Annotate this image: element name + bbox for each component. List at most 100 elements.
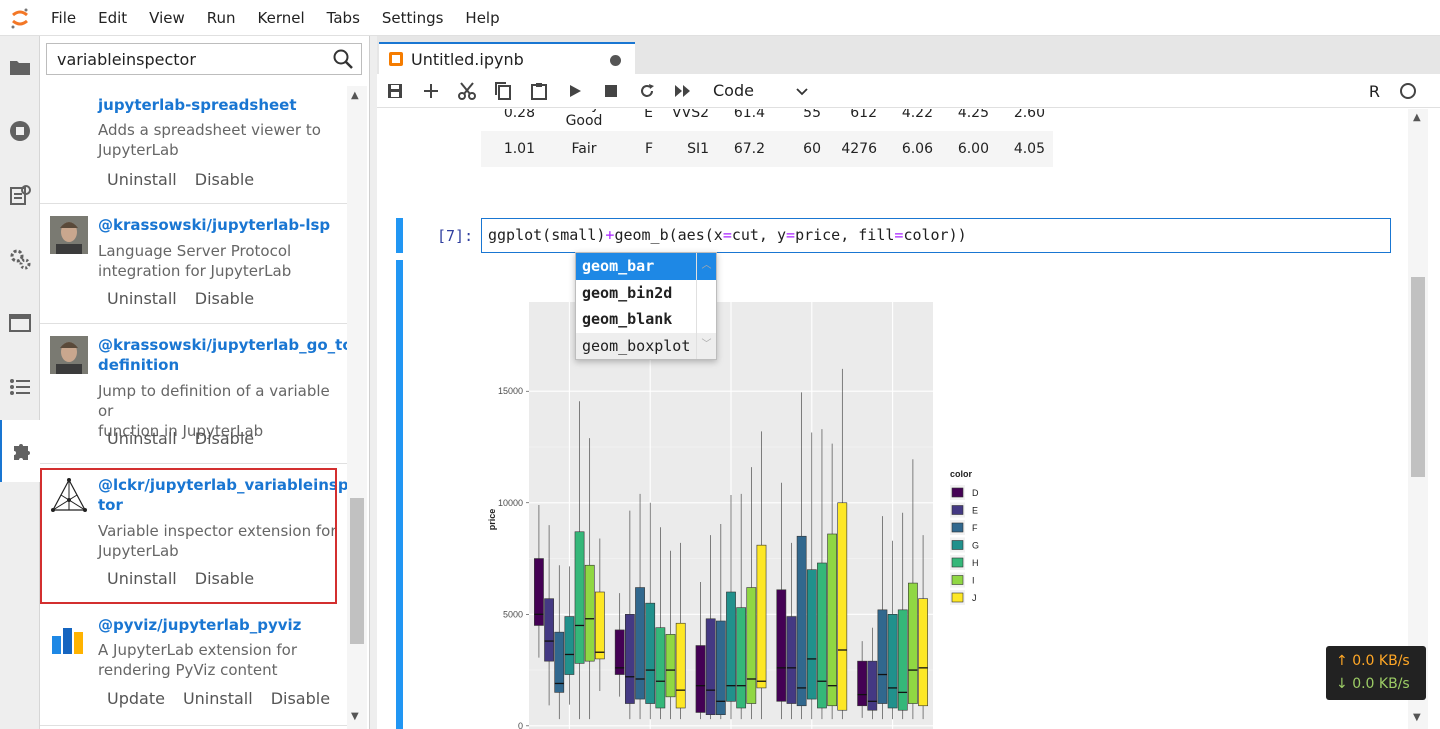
box [665, 634, 676, 698]
uninstall-button[interactable]: Uninstall [98, 170, 186, 189]
extension-actions: Uninstall Disable [98, 429, 263, 448]
add-cell-icon[interactable] [413, 74, 449, 108]
box [877, 609, 888, 704]
legend-label: F [972, 523, 978, 533]
menu-tabs[interactable]: Tabs [316, 0, 371, 36]
author-avatar [50, 216, 88, 254]
table-cell: 55 [803, 109, 821, 121]
left-sidebar-rail [0, 36, 41, 729]
y-tick-label: 0 [518, 721, 523, 729]
panel-splitter[interactable] [370, 36, 377, 729]
scroll-up-icon[interactable]: ▲ [1413, 112, 1421, 123]
gear-icon[interactable] [0, 228, 40, 290]
scroll-down-icon[interactable]: ▼ [351, 711, 359, 722]
stop-circle-icon[interactable] [0, 100, 40, 162]
extension-actions: Uninstall Disable [98, 170, 263, 189]
uninstall-button[interactable]: Uninstall [98, 289, 186, 308]
disable-button[interactable]: Disable [186, 170, 263, 189]
highlight-annotation-box [40, 468, 337, 604]
description-line: integration for JupyterLab [98, 262, 292, 280]
notebook-scrollbar-thumb[interactable] [1411, 277, 1425, 477]
scroll-up-icon[interactable]: ▲ [351, 90, 359, 101]
completer-item[interactable]: geom_bin2d [576, 280, 716, 307]
search-icon[interactable] [325, 49, 361, 69]
code-cell-input[interactable]: ggplot(small)+geom_b(aes(x=cut, y=price,… [481, 218, 1391, 253]
completer-scrollbar[interactable]: ︿ ﹀ [696, 253, 716, 359]
extension-name[interactable]: jupyterlab-spreadsheet [98, 95, 338, 115]
menu-file[interactable]: File [40, 0, 87, 36]
completer-item[interactable]: geom_blank [576, 306, 716, 333]
description-line: Jump to definition of a variable or [98, 382, 330, 420]
cut-icon[interactable] [449, 74, 485, 108]
output-collapser[interactable] [396, 260, 403, 729]
cell-type-dropdown[interactable]: Code [713, 81, 833, 100]
uninstall-button[interactable]: Uninstall [174, 689, 262, 708]
panel-scrollbar[interactable]: ▲ ▼ [347, 86, 367, 729]
legend-label: J [972, 593, 977, 603]
table-row: 1.01 Fair F SI1 67.2 60 4276 6.06 6.00 4… [481, 131, 1053, 167]
extension-actions: Update Uninstall Disable [98, 689, 339, 708]
pyviz-logo-icon [50, 618, 88, 656]
run-icon[interactable] [557, 74, 593, 108]
disable-button[interactable]: Disable [186, 289, 263, 308]
legend-label: G [972, 541, 979, 551]
folder-icon[interactable] [0, 36, 40, 98]
code-token: geom_b(aes(x [614, 226, 723, 244]
box [918, 598, 928, 707]
cell-prompt: [7]: [437, 227, 474, 245]
menu-settings[interactable]: Settings [371, 0, 455, 36]
code-token: color)) [903, 226, 967, 244]
restart-icon[interactable] [629, 74, 665, 108]
menu-view[interactable]: View [138, 0, 196, 36]
uninstall-button[interactable]: Uninstall [98, 429, 186, 448]
notebook-scrollbar[interactable]: ▲ ▼ [1408, 109, 1428, 729]
menu-kernel[interactable]: Kernel [247, 0, 316, 36]
panel-scrollbar-thumb[interactable] [350, 498, 364, 644]
code-token: cut, y [731, 226, 787, 244]
chevron-up-icon[interactable]: ︿ [697, 256, 716, 271]
disable-button[interactable]: Disable [262, 689, 339, 708]
legend-label: H [972, 558, 979, 568]
fast-forward-icon[interactable] [665, 74, 701, 108]
autocomplete-popup: geom_bar geom_bin2d geom_blank geom_boxp… [575, 252, 717, 360]
box [534, 558, 544, 626]
code-operator: = [722, 226, 732, 244]
save-icon[interactable] [377, 74, 413, 108]
paste-icon[interactable] [521, 74, 557, 108]
tabs-icon[interactable] [0, 292, 40, 354]
network-speed-widget: ↑ 0.0 KB/s ↓ 0.0 KB/s [1326, 646, 1426, 700]
scroll-down-icon[interactable]: ▼ [1413, 712, 1421, 723]
extension-name[interactable]: @pyviz/jupyterlab_pyviz [98, 615, 338, 635]
notebook-area: Untitled.ipynb Code R 0.28 Very Good E V… [377, 36, 1440, 729]
box [827, 533, 837, 707]
box [594, 591, 605, 660]
list-icon[interactable] [0, 356, 40, 418]
puzzle-icon[interactable] [0, 420, 41, 482]
box [817, 562, 827, 709]
update-button[interactable]: Update [98, 689, 174, 708]
menu-run[interactable]: Run [196, 0, 247, 36]
kernel-name[interactable]: R [1369, 82, 1380, 101]
upload-value: 0.0 KB/s [1352, 653, 1410, 669]
menu-help[interactable]: Help [454, 0, 510, 36]
extension-name[interactable]: @krassowski/jupyterlab_go_to_ definition [98, 335, 360, 375]
extension-name[interactable]: @krassowski/jupyterlab-lsp [98, 215, 338, 235]
search-value: variableinspector [57, 49, 196, 69]
extension-search-input[interactable]: variableinspector [46, 43, 362, 75]
box [584, 564, 595, 662]
copy-icon[interactable] [485, 74, 521, 108]
active-cell-indicator[interactable] [396, 218, 403, 253]
commands-icon[interactable] [0, 164, 40, 226]
stop-icon[interactable] [593, 74, 629, 108]
disable-button[interactable]: Disable [186, 429, 263, 448]
code-operator: = [786, 226, 796, 244]
extension-manager-panel: variableinspector jupyterlab-spreadsheet… [40, 36, 370, 729]
completer-item[interactable]: geom_bar [576, 253, 716, 280]
tab-untitled-notebook[interactable]: Untitled.ipynb [379, 42, 635, 74]
unsaved-dot-icon[interactable] [610, 55, 621, 66]
completer-item[interactable]: geom_boxplot [576, 332, 716, 359]
description-line: Language Server Protocol [98, 242, 292, 260]
menu-edit[interactable]: Edit [87, 0, 138, 36]
y-tick-label: 5000 [503, 609, 523, 619]
chevron-down-icon[interactable]: ﹀ [697, 335, 716, 350]
